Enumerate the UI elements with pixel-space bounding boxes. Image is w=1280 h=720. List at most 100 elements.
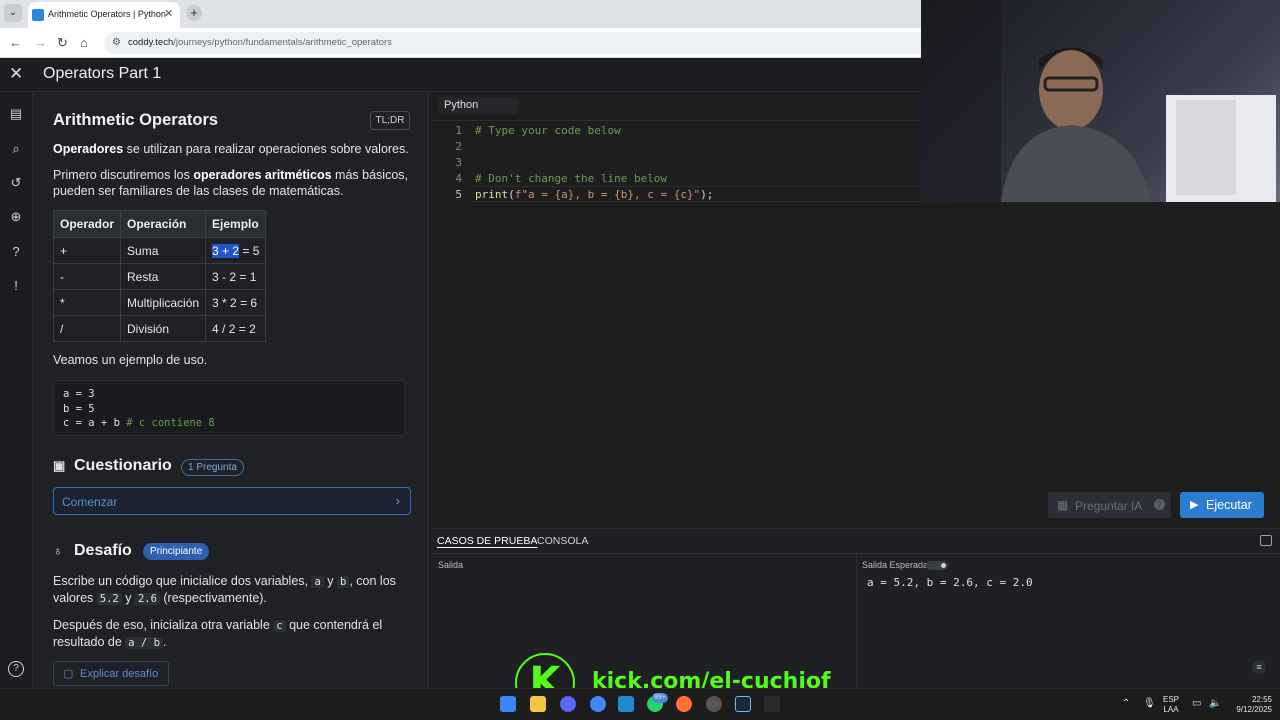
editor-code[interactable]: # Type your code below # Don't change th… bbox=[475, 123, 713, 203]
clock[interactable]: 22:55 9/12/2025 bbox=[1228, 695, 1272, 715]
challenge-paragraph-1: Escribe un código que inicialice dos var… bbox=[53, 574, 396, 605]
github-icon[interactable] bbox=[706, 696, 722, 712]
code-line: # Type your code below bbox=[475, 124, 621, 137]
run-label: Ejecutar bbox=[1206, 498, 1252, 512]
steam-icon[interactable] bbox=[735, 696, 751, 712]
home-icon[interactable]: ⌂ bbox=[80, 35, 88, 50]
side-rail: ▤ ⌕ ↺ ⊕ ? ! bbox=[0, 92, 33, 720]
reload-icon[interactable]: ↻ bbox=[57, 35, 68, 51]
output-label: Salida bbox=[438, 560, 464, 570]
lesson-title: Arithmetic Operators bbox=[53, 111, 219, 129]
ask-ai-button[interactable]: ▦ Preguntar IA ? bbox=[1048, 492, 1171, 518]
tray-expand-icon[interactable]: ⌃ bbox=[1122, 698, 1130, 709]
close-icon[interactable]: ✕ bbox=[9, 64, 23, 84]
back-icon[interactable]: ← bbox=[9, 35, 22, 50]
table-cell: Suma bbox=[120, 237, 207, 264]
panel-toggle-icon[interactable] bbox=[1260, 535, 1272, 546]
discord-icon[interactable] bbox=[560, 696, 576, 712]
quiz-count-badge: 1 Pregunta bbox=[181, 459, 244, 476]
page-title: Operators Part 1 bbox=[43, 65, 162, 82]
quiz-icon: ▣ bbox=[53, 458, 66, 473]
table-cell: 3 - 2 = 1 bbox=[205, 263, 267, 290]
expected-output-value: a = 5.2, b = 2.6, c = 2.0 bbox=[867, 576, 1033, 589]
intro-paragraph: Operadores se utilizan para realizar ope… bbox=[53, 142, 409, 156]
tab-console[interactable]: CONSOLA bbox=[537, 535, 588, 547]
windows-taskbar bbox=[0, 688, 1280, 720]
table-cell: 3 + 2 = 5 bbox=[205, 237, 267, 264]
table-header-row: Operador Operación Ejemplo bbox=[52, 210, 267, 238]
tab-list-icon[interactable]: ⌄ bbox=[4, 4, 22, 22]
table-row: + Suma 3 + 2 = 5 bbox=[52, 237, 267, 264]
table-row: / División 4 / 2 = 2 bbox=[52, 315, 267, 342]
language-tab[interactable]: Python bbox=[438, 97, 518, 114]
help-circle-icon: ? bbox=[1154, 499, 1165, 510]
table-cell: Multiplicación bbox=[120, 289, 207, 316]
lesson-panel: Arithmetic Operators TL;DR Operadores se… bbox=[33, 92, 428, 688]
search-doc-icon[interactable]: ⌕ bbox=[8, 141, 24, 157]
example-intro: Veamos un ejemplo de uso. bbox=[53, 353, 208, 367]
address-bar[interactable]: ⚙ coddy.tech/journeys/python/fundamental… bbox=[104, 32, 934, 54]
tab-title: Arithmetic Operators | Python bbox=[48, 9, 166, 19]
calendar-icon: ▦ bbox=[1057, 498, 1069, 512]
table-cell: 3 * 2 = 6 bbox=[205, 289, 267, 316]
webcam-overlay bbox=[921, 0, 1280, 202]
feedback-icon[interactable]: ! bbox=[8, 278, 24, 294]
history-icon[interactable]: ↺ bbox=[8, 175, 24, 191]
hint-icon[interactable]: ? bbox=[8, 244, 24, 260]
operators-paragraph: Primero discutiremos los operadores arit… bbox=[53, 168, 408, 198]
tldr-button[interactable]: TL;DR bbox=[370, 111, 410, 130]
webcam-person-image bbox=[921, 0, 1276, 202]
line-numbers: 1 2 3 4 5 bbox=[455, 124, 462, 201]
tab-close-icon[interactable]: ✕ bbox=[164, 7, 173, 20]
table-cell: Resta bbox=[120, 263, 207, 290]
play-icon: ▶ bbox=[1190, 499, 1199, 511]
app-icon[interactable] bbox=[764, 696, 780, 712]
zoom-icon[interactable]: ⊕ bbox=[8, 209, 24, 225]
table-cell: División bbox=[120, 315, 207, 342]
help-icon[interactable]: ? bbox=[8, 661, 24, 677]
table-row: * Multiplicación 3 * 2 = 6 bbox=[52, 289, 267, 316]
menu-icon[interactable]: ≡ bbox=[1252, 660, 1266, 674]
table-cell: / bbox=[52, 315, 122, 342]
site-info-icon[interactable]: ⚙ bbox=[112, 37, 121, 48]
chrome-icon[interactable] bbox=[590, 696, 606, 712]
table-header: Operación bbox=[120, 210, 207, 238]
table-row: - Resta 3 - 2 = 1 bbox=[52, 263, 267, 290]
challenge-paragraph-2: Después de eso, inicializa otra variable… bbox=[53, 618, 383, 649]
browser-tab[interactable]: Arithmetic Operators | Python ✕ bbox=[28, 2, 180, 28]
table-cell: + bbox=[52, 237, 122, 264]
difficulty-badge: Principiante bbox=[143, 543, 210, 560]
start-quiz-button[interactable]: Comenzar › bbox=[53, 487, 411, 515]
run-button[interactable]: ▶ Ejecutar bbox=[1180, 492, 1264, 518]
network-icon[interactable]: ▭ bbox=[1192, 698, 1201, 709]
start-label: Comenzar bbox=[62, 495, 118, 509]
ask-ai-label: Preguntar IA bbox=[1075, 499, 1143, 513]
selected-text: 3 + 2 bbox=[212, 243, 240, 258]
forward-icon[interactable]: → bbox=[34, 35, 47, 50]
volume-icon[interactable]: 🔈 bbox=[1209, 698, 1221, 709]
challenge-title: ♁ Desafío bbox=[53, 542, 132, 559]
table-cell: * bbox=[52, 289, 122, 316]
notification-badge: 99+ bbox=[652, 693, 668, 703]
lesson-icon[interactable]: ▤ bbox=[8, 106, 24, 122]
new-tab-button[interactable]: + bbox=[186, 5, 202, 21]
vscode-icon[interactable] bbox=[618, 696, 634, 712]
example-code-block: a = 3b = 5c = a + b # c contiene 8 bbox=[53, 380, 405, 436]
start-icon[interactable] bbox=[500, 696, 516, 712]
table-cell: 4 / 2 = 2 bbox=[205, 315, 267, 342]
expected-output-label: Salida Esperada bbox=[862, 560, 929, 570]
lightbulb-icon: ♁ bbox=[53, 543, 63, 558]
code-line: print(f"a = {a}, b = {b}, c = {c}"); bbox=[475, 188, 714, 201]
language-indicator[interactable]: ESP LAA bbox=[1163, 695, 1179, 715]
firefox-icon[interactable] bbox=[676, 696, 692, 712]
expected-output-toggle[interactable] bbox=[926, 561, 948, 570]
tab-test-cases[interactable]: CASOS DE PRUEBA bbox=[437, 535, 537, 547]
chevron-right-icon: › bbox=[395, 493, 400, 508]
microphone-icon[interactable]: 🎙 bbox=[1143, 698, 1156, 709]
file-explorer-icon[interactable] bbox=[530, 696, 546, 712]
quiz-title: ▣ Cuestionario bbox=[53, 457, 172, 474]
explain-label: Explicar desafío bbox=[80, 668, 159, 680]
explain-challenge-button[interactable]: ▢ Explicar desafío bbox=[53, 661, 169, 686]
operators-table: Operador Operación Ejemplo + Suma 3 + 2 … bbox=[52, 210, 267, 342]
table-cell: - bbox=[52, 263, 122, 290]
